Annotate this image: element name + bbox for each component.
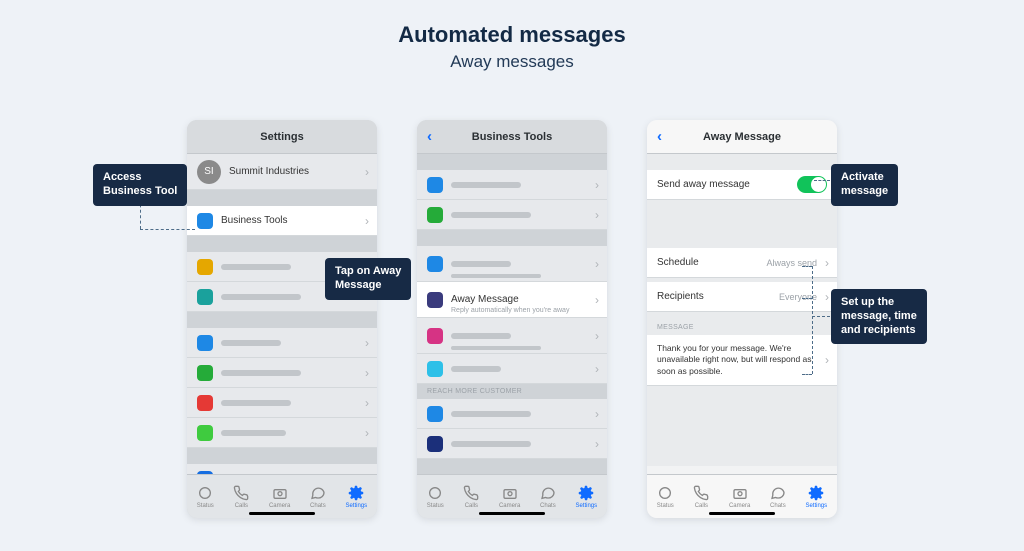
home-indicator bbox=[479, 512, 545, 515]
chevron-right-icon: › bbox=[595, 208, 599, 222]
business-profile-row[interactable]: SI Summit Industries › bbox=[187, 154, 377, 190]
chevron-right-icon: › bbox=[595, 329, 599, 343]
send-away-label: Send away message bbox=[657, 179, 750, 190]
callout-activate-message: Activate message bbox=[831, 164, 898, 206]
list-icon bbox=[197, 425, 213, 441]
message-text: Thank you for your message. We're unavai… bbox=[657, 343, 812, 376]
tab-calls[interactable]: Calls bbox=[463, 485, 479, 509]
header-bar: ‹ Business Tools bbox=[417, 120, 607, 154]
header-title: Business Tools bbox=[472, 131, 552, 143]
tab-settings[interactable]: Settings bbox=[345, 485, 367, 509]
chevron-right-icon: › bbox=[595, 293, 599, 307]
tab-status[interactable]: Status bbox=[427, 485, 444, 509]
avatar: SI bbox=[197, 160, 221, 184]
chevron-right-icon: › bbox=[595, 437, 599, 451]
list-icon bbox=[427, 207, 443, 223]
toggle-on-icon[interactable] bbox=[797, 176, 827, 193]
list-item[interactable]: › bbox=[417, 318, 607, 354]
list-icon bbox=[427, 328, 443, 344]
page-subtitle: Away messages bbox=[0, 52, 1024, 72]
list-icon bbox=[427, 406, 443, 422]
chevron-right-icon: › bbox=[595, 407, 599, 421]
list-icon bbox=[427, 361, 443, 377]
business-tools-row[interactable]: Business Tools › bbox=[187, 206, 377, 236]
chevron-right-icon: › bbox=[365, 426, 369, 440]
list-icon bbox=[197, 365, 213, 381]
tab-settings[interactable]: Settings bbox=[805, 485, 827, 509]
tab-chats[interactable]: Chats bbox=[540, 485, 556, 509]
back-button[interactable]: ‹ bbox=[657, 128, 662, 145]
list-icon bbox=[197, 335, 213, 351]
callout-access-business-tool: Access Business Tool bbox=[93, 164, 187, 206]
recipients-row[interactable]: Recipients Everyone › bbox=[647, 282, 837, 312]
list-icon bbox=[197, 395, 213, 411]
tab-calls[interactable]: Calls bbox=[693, 485, 709, 509]
chevron-right-icon: › bbox=[595, 178, 599, 192]
recipients-label: Recipients bbox=[657, 291, 704, 302]
list-item[interactable]: › bbox=[417, 354, 607, 384]
tab-calls[interactable]: Calls bbox=[233, 485, 249, 509]
phone-away-message: ‹ Away Message Send away message Schedul… bbox=[647, 120, 837, 518]
list-item[interactable]: › bbox=[187, 358, 377, 388]
business-tools-icon bbox=[197, 213, 213, 229]
away-message-label: Away Message bbox=[451, 294, 519, 305]
tab-status[interactable]: Status bbox=[657, 485, 674, 509]
tab-chats[interactable]: Chats bbox=[770, 485, 786, 509]
tab-chats[interactable]: Chats bbox=[310, 485, 326, 509]
list-icon bbox=[427, 177, 443, 193]
back-button[interactable]: ‹ bbox=[427, 128, 432, 145]
tab-camera[interactable]: Camera bbox=[729, 485, 750, 509]
list-icon bbox=[427, 436, 443, 452]
header-title: Away Message bbox=[703, 131, 781, 143]
chevron-right-icon: › bbox=[595, 257, 599, 271]
chevron-right-icon: › bbox=[825, 256, 829, 270]
send-away-toggle-row[interactable]: Send away message bbox=[647, 170, 837, 200]
callout-setup: Set up the message, time and recipients bbox=[831, 289, 927, 344]
home-indicator bbox=[249, 512, 315, 515]
list-item[interactable]: › bbox=[417, 170, 607, 200]
list-item[interactable]: › bbox=[417, 429, 607, 459]
tab-camera[interactable]: Camera bbox=[499, 485, 520, 509]
section-label-reach-more: REACH MORE CUSTOMER bbox=[417, 384, 607, 399]
tab-settings[interactable]: Settings bbox=[575, 485, 597, 509]
callout-tap-away-message: Tap on Away Message bbox=[325, 258, 411, 300]
list-item[interactable]: › bbox=[417, 246, 607, 282]
list-icon bbox=[197, 289, 213, 305]
section-label-message: MESSAGE bbox=[647, 312, 837, 335]
message-text-row[interactable]: Thank you for your message. We're unavai… bbox=[647, 335, 837, 386]
chevron-right-icon: › bbox=[365, 214, 369, 228]
chevron-right-icon: › bbox=[365, 366, 369, 380]
list-icon bbox=[197, 259, 213, 275]
list-icon bbox=[427, 256, 443, 272]
home-indicator bbox=[709, 512, 775, 515]
business-tools-label: Business Tools bbox=[221, 215, 288, 226]
page-title: Automated messages bbox=[0, 22, 1024, 48]
business-name: Summit Industries bbox=[229, 166, 309, 177]
list-item[interactable]: › bbox=[187, 388, 377, 418]
chevron-right-icon: › bbox=[365, 396, 369, 410]
list-item[interactable]: › bbox=[187, 418, 377, 448]
schedule-label: Schedule bbox=[657, 257, 699, 268]
list-item[interactable]: › bbox=[417, 399, 607, 429]
chevron-right-icon: › bbox=[825, 290, 829, 304]
moon-icon bbox=[427, 292, 443, 308]
away-message-subtitle: Reply automatically when you're away bbox=[451, 307, 569, 314]
header-bar: Settings bbox=[187, 120, 377, 154]
chevron-right-icon: › bbox=[365, 165, 369, 179]
list-item[interactable]: › bbox=[187, 328, 377, 358]
chevron-right-icon: › bbox=[595, 362, 599, 376]
header-title: Settings bbox=[260, 131, 303, 143]
phone-settings: Settings SI Summit Industries › Business… bbox=[187, 120, 377, 518]
header-bar: ‹ Away Message bbox=[647, 120, 837, 154]
phone-business-tools: ‹ Business Tools › › › Away Message Repl… bbox=[417, 120, 607, 518]
chevron-right-icon: › bbox=[365, 336, 369, 350]
tab-camera[interactable]: Camera bbox=[269, 485, 290, 509]
tab-status[interactable]: Status bbox=[197, 485, 214, 509]
chevron-right-icon: › bbox=[825, 352, 829, 368]
list-item[interactable]: › bbox=[417, 200, 607, 230]
away-message-row[interactable]: Away Message Reply automatically when yo… bbox=[417, 282, 607, 318]
schedule-row[interactable]: Schedule Always send › bbox=[647, 248, 837, 278]
